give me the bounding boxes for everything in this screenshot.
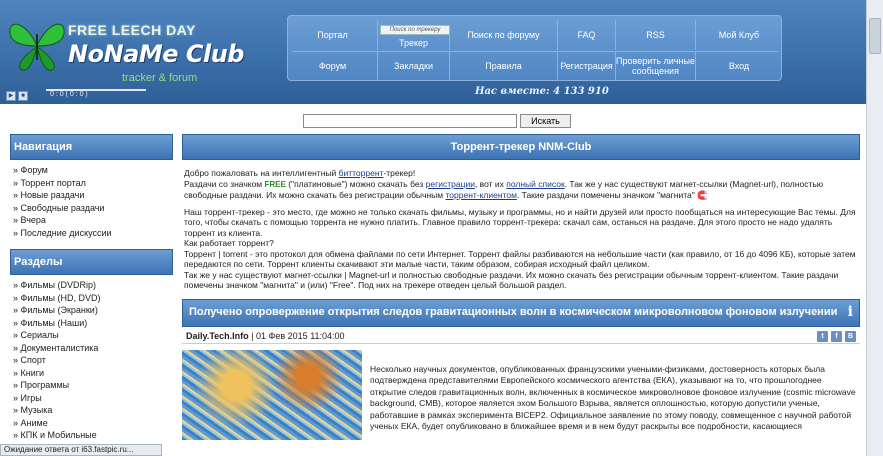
section-item[interactable]: » Музыка bbox=[13, 404, 170, 417]
news-header: Получено опровержение открытия следов гр… bbox=[182, 298, 860, 327]
welcome-paragraph: Торрент | torrent - это протокол для обм… bbox=[184, 248, 856, 270]
main-column: Торрент-трекер NNM-Club Добро пожаловать… bbox=[182, 134, 860, 456]
free-icon: FREE bbox=[264, 179, 286, 189]
welcome-text-part: . Такие раздачи помечены значком "магнит… bbox=[516, 190, 695, 200]
nav-my-club[interactable]: Мой Клуб bbox=[696, 20, 782, 50]
news-meta: Daily.Tech.Info | 01 Фев 2015 11:04:00 t… bbox=[182, 330, 860, 344]
news-text: Несколько научных документов, опубликова… bbox=[370, 363, 856, 432]
section-item[interactable]: » Игры bbox=[13, 392, 170, 405]
online-counter: Нас вместе: 4 133 910 bbox=[475, 86, 609, 97]
nav-forum-search[interactable]: Поиск по форуму bbox=[450, 20, 558, 50]
news-body: Несколько научных документов, опубликова… bbox=[182, 349, 860, 440]
nav-portal[interactable]: Портал bbox=[288, 20, 378, 50]
sidebar-sections-title: Разделы bbox=[10, 249, 173, 275]
news-source[interactable]: Daily.Tech.Info bbox=[186, 331, 249, 341]
welcome-text: Добро пожаловать на интеллигентный битто… bbox=[182, 160, 860, 291]
search-bar: Искать bbox=[303, 114, 571, 128]
sidebar-item-new-releases[interactable]: » Новые раздачи bbox=[13, 189, 170, 202]
free-leech-banner: FREE LEECH DAY bbox=[68, 22, 196, 38]
news-image bbox=[182, 349, 362, 440]
search-button[interactable]: Искать bbox=[520, 114, 571, 128]
sidebar-item-torrent-portal[interactable]: » Торрент портал bbox=[13, 177, 170, 190]
butterfly-logo-icon bbox=[9, 23, 65, 71]
welcome-text-part: Добро пожаловать на интеллигентный bbox=[184, 168, 339, 178]
sidebar-item-free-releases[interactable]: » Свободные раздачи bbox=[13, 202, 170, 215]
full-list-link[interactable]: полный список bbox=[506, 179, 564, 189]
tracker-search-input[interactable]: Поиск по трекеру bbox=[380, 25, 450, 35]
nav-check-messages[interactable]: Проверить личные сообщения bbox=[616, 52, 696, 80]
sidebar-sections-list: » Фильмы (DVDRip) » Фильмы (HD, DVD) » Ф… bbox=[10, 275, 173, 446]
section-item[interactable]: » Фильмы (Наши) bbox=[13, 317, 170, 330]
logo-tagline: tracker & forum bbox=[122, 72, 198, 84]
vk-icon[interactable]: B bbox=[845, 330, 856, 342]
nav-register[interactable]: Регистрация bbox=[558, 52, 616, 80]
nav-rules[interactable]: Правила bbox=[450, 52, 558, 80]
nav-tracker[interactable]: Трекер bbox=[378, 35, 450, 50]
section-item[interactable]: » Фильмы (HD, DVD) bbox=[13, 292, 170, 305]
share-icons: t f B bbox=[817, 330, 856, 342]
section-item[interactable]: » Аниме bbox=[13, 417, 170, 430]
section-item[interactable]: » Фильмы (DVDRip) bbox=[13, 279, 170, 292]
section-item[interactable]: » Книги bbox=[13, 367, 170, 380]
twitter-icon[interactable]: t bbox=[817, 330, 828, 342]
nav-forum[interactable]: Форум bbox=[288, 52, 378, 80]
section-item[interactable]: » Фильмы (Экранки) bbox=[13, 304, 170, 317]
facebook-icon[interactable]: f bbox=[831, 330, 842, 342]
sidebar: Навигация » Форум » Торрент портал » Нов… bbox=[10, 134, 173, 456]
sidebar-nav-list: » Форум » Торрент портал » Новые раздачи… bbox=[10, 160, 173, 243]
main-navigation: Поиск по трекеру Портал Трекер Поиск по … bbox=[287, 15, 782, 81]
logo-name[interactable]: NoNaMe Club bbox=[68, 40, 244, 68]
news-date: | 01 Фев 2015 11:04:00 bbox=[248, 331, 345, 341]
scrollbar-thumb[interactable] bbox=[869, 18, 881, 54]
site-header: FREE LEECH DAY NoNaMe Club tracker & for… bbox=[0, 0, 866, 104]
sidebar-item-forum[interactable]: » Форум bbox=[13, 164, 170, 177]
section-item[interactable]: » Документалистика bbox=[13, 342, 170, 355]
welcome-paragraph: Так же у нас существуют магнет-ссылки | … bbox=[184, 269, 839, 291]
torrent-client-link[interactable]: торрент-клиентом bbox=[445, 190, 516, 200]
main-title: Торрент-трекер NNM-Club bbox=[182, 134, 860, 160]
audio-player: ▶ ■ 0 : 0 ( 0 : 0 ) bbox=[6, 89, 146, 101]
play-icon[interactable]: ▶ bbox=[6, 90, 16, 101]
page-scrollbar[interactable] bbox=[866, 0, 883, 456]
section-item[interactable]: » Спорт bbox=[13, 354, 170, 367]
stop-icon[interactable]: ■ bbox=[18, 90, 28, 101]
nav-faq[interactable]: FAQ bbox=[558, 20, 616, 50]
page-content: Искать Навигация » Форум » Торрент порта… bbox=[0, 104, 866, 456]
search-input[interactable] bbox=[303, 114, 517, 128]
news-title[interactable]: Получено опровержение открытия следов гр… bbox=[189, 307, 837, 318]
browser-status-bar: Ожидание ответа от i63.fastpic.ru... bbox=[0, 444, 162, 456]
welcome-text-part: ("платиновые") можно скачать без bbox=[285, 178, 426, 189]
section-item[interactable]: » КПК и Мобильные bbox=[13, 429, 170, 442]
sidebar-item-yesterday[interactable]: » Вчера bbox=[13, 214, 170, 227]
magnet-icon: 🧲 bbox=[697, 190, 708, 200]
welcome-text-part: Раздачи со значком bbox=[184, 178, 265, 189]
section-item[interactable]: » Программы bbox=[13, 379, 170, 392]
welcome-paragraph: Наш торрент-трекер - это место, где можн… bbox=[184, 206, 856, 238]
bittorrent-link[interactable]: битторрент bbox=[339, 168, 384, 178]
nav-rss[interactable]: RSS bbox=[616, 20, 696, 50]
welcome-text-part: , вот их bbox=[474, 178, 507, 189]
welcome-paragraph: Как работает торрент? bbox=[184, 238, 274, 248]
sidebar-nav-title: Навигация bbox=[10, 134, 173, 160]
registration-link[interactable]: регистрации bbox=[426, 179, 475, 189]
nav-login[interactable]: Вход bbox=[696, 52, 782, 80]
info-icon[interactable]: i bbox=[848, 305, 853, 319]
section-item[interactable]: » Сериалы bbox=[13, 329, 170, 342]
nav-bookmarks[interactable]: Закладки bbox=[378, 52, 450, 80]
player-time: 0 : 0 ( 0 : 0 ) bbox=[50, 91, 88, 98]
sidebar-item-recent-discussions[interactable]: » Последние дискуссии bbox=[13, 227, 170, 240]
welcome-text-part: -трекер! bbox=[383, 168, 416, 178]
